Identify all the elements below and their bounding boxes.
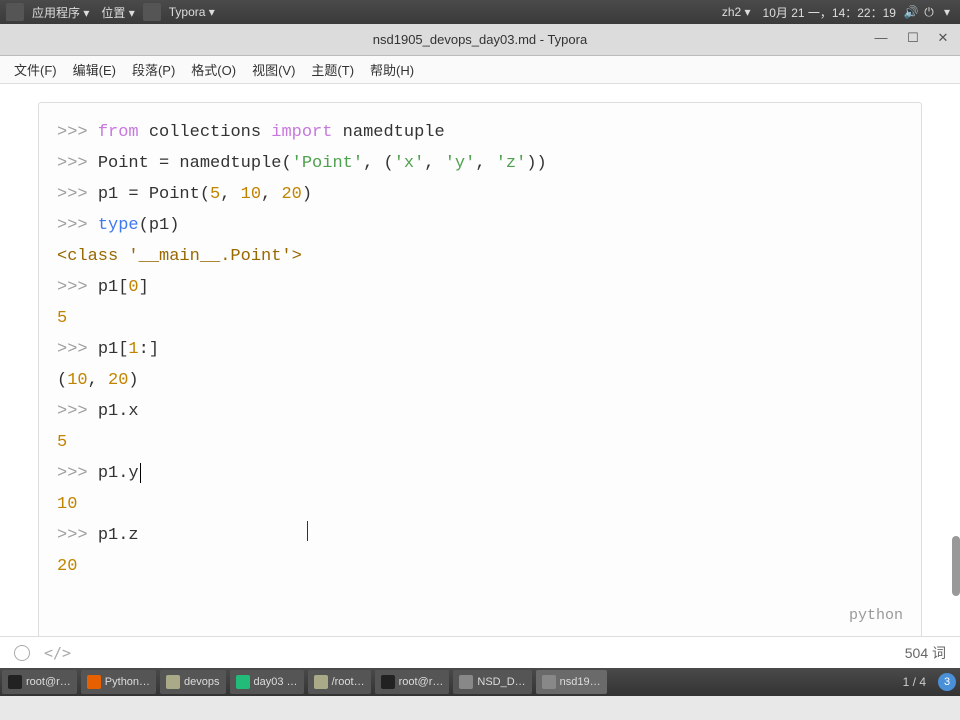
menu-paragraph[interactable]: 段落(P) (124, 57, 183, 82)
gnome-top-panel: 应用程序 ▾ 位置 ▾ Typora ▾ zh2 ▾ 10月 21 一，14：2… (0, 0, 960, 24)
task-pycharm[interactable]: day03 … (230, 670, 304, 694)
menu-file[interactable]: 文件(F) (6, 57, 65, 82)
task-typora-active[interactable]: nsd19… (536, 670, 607, 694)
text-cursor (140, 463, 141, 483)
typora-icon (542, 675, 556, 689)
code-line: >>> p1.x (57, 396, 903, 427)
task-files-devops[interactable]: devops (160, 670, 225, 694)
code-line: >>> p1.z (57, 520, 903, 551)
task-files-root[interactable]: /root… (308, 670, 371, 694)
window-titlebar: nsd1905_devops_day03.md - Typora — ☐ ✕ (0, 24, 960, 56)
menu-format[interactable]: 格式(O) (183, 57, 244, 82)
power-icon[interactable]: ⏻ (920, 5, 938, 20)
code-language-label[interactable]: python (57, 582, 903, 631)
code-block[interactable]: >>> from collections import namedtuple >… (38, 102, 922, 636)
editor-area[interactable]: >>> from collections import namedtuple >… (0, 84, 960, 636)
source-mode-icon[interactable]: </> (44, 644, 71, 662)
active-app[interactable]: Typora ▾ (163, 5, 221, 19)
close-button[interactable]: ✕ (936, 32, 950, 46)
code-line: 10 (57, 489, 903, 520)
menu-edit[interactable]: 编辑(E) (65, 57, 124, 82)
places-menu[interactable]: 位置 ▾ (95, 4, 140, 21)
word-count[interactable]: 504 词 (905, 643, 946, 663)
workspace-pager[interactable]: 1 / 4 (895, 675, 934, 689)
menu-help[interactable]: 帮助(H) (362, 57, 422, 82)
code-line: >>> Point = namedtuple('Point', ('x', 'y… (57, 148, 903, 179)
applications-menu[interactable]: 应用程序 ▾ (26, 4, 95, 21)
task-terminal-1[interactable]: root@r… (2, 670, 77, 694)
scrollbar-thumb[interactable] (952, 536, 960, 596)
secondary-cursor (307, 521, 308, 541)
volume-icon[interactable]: 🔊 (902, 5, 920, 19)
terminal-icon (8, 675, 22, 689)
menu-view[interactable]: 视图(V) (244, 57, 303, 82)
folder-icon (166, 675, 180, 689)
code-line: >>> from collections import namedtuple (57, 117, 903, 148)
code-line: >>> p1.y (57, 458, 903, 489)
clock[interactable]: 10月 21 一，14：22：19 (757, 4, 902, 21)
workspace-indicator[interactable]: 3 (938, 673, 956, 691)
code-line: <class '__main__.Point'> (57, 241, 903, 272)
code-line: >>> type(p1) (57, 210, 903, 241)
folder-icon (314, 675, 328, 689)
status-bar: </> 504 词 (0, 636, 960, 668)
app-menubar: 文件(F) 编辑(E) 段落(P) 格式(O) 视图(V) 主题(T) 帮助(H… (0, 56, 960, 84)
firefox-icon (87, 675, 101, 689)
bottom-taskbar: root@r… Python… devops day03 … /root… ro… (0, 668, 960, 696)
menu-theme[interactable]: 主题(T) (303, 57, 362, 82)
minimize-button[interactable]: — (874, 32, 888, 46)
maximize-button[interactable]: ☐ (906, 32, 920, 46)
typora-icon (459, 675, 473, 689)
code-line: 5 (57, 427, 903, 458)
task-firefox[interactable]: Python… (81, 670, 156, 694)
code-line: >>> p1 = Point(5, 10, 20) (57, 179, 903, 210)
code-line: 20 (57, 551, 903, 582)
activities-icon[interactable] (6, 3, 24, 21)
user-menu[interactable]: ▾ (938, 5, 956, 19)
terminal-icon (381, 675, 395, 689)
code-line: >>> p1[0] (57, 272, 903, 303)
window-title: nsd1905_devops_day03.md - Typora (373, 32, 587, 47)
app-icon (143, 3, 161, 21)
ime-indicator[interactable]: zh2 ▾ (716, 5, 757, 19)
code-line: 5 (57, 303, 903, 334)
pycharm-icon (236, 675, 250, 689)
task-terminal-2[interactable]: root@r… (375, 670, 450, 694)
code-line: (10, 20) (57, 365, 903, 396)
outline-toggle-icon[interactable] (14, 645, 30, 661)
task-typora-nsd[interactable]: NSD_D… (453, 670, 531, 694)
code-line: >>> p1[1:] (57, 334, 903, 365)
